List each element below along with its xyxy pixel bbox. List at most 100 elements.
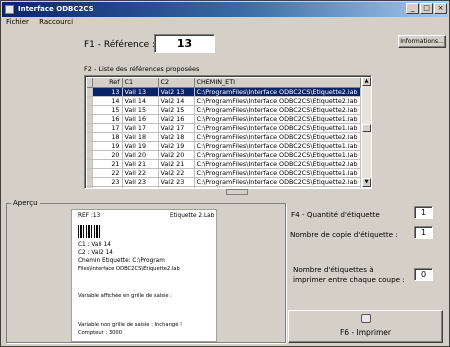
- apercu-title: Aperçu: [11, 199, 40, 207]
- cell-chemin-eti: C:\ProgramFiles\Interface ODBC2CS\Etique…: [194, 105, 361, 115]
- cell-c1: Vall 13: [122, 87, 159, 97]
- cell-c2: Val2 23: [158, 177, 195, 187]
- reference-input[interactable]: 13: [154, 34, 215, 53]
- cell-chemin-eti: C:\ProgramFiles\Interface ODBC2CS\Etique…: [194, 123, 361, 133]
- coupe-input[interactable]: 0: [414, 268, 433, 281]
- scroll-thumb[interactable]: [362, 124, 371, 132]
- cell-c1: Vall 17: [122, 123, 159, 133]
- cell-c2: Val2 24: [158, 186, 195, 188]
- cell-c1: Vall 15: [122, 105, 159, 115]
- cell-ref: 18: [92, 132, 123, 142]
- preview-compteur: Compteur : 3000: [78, 330, 123, 336]
- cell-c2: Val2 18: [158, 132, 195, 142]
- preview-variable-line1: Variable affichée en grille de saisie :: [78, 293, 172, 299]
- table-row[interactable]: 15 Vall 15 Val2 15 C:\ProgramFiles\Interfac…: [87, 105, 361, 115]
- quantity-input[interactable]: 1: [414, 206, 433, 219]
- minimize-icon[interactable]: _: [406, 3, 419, 14]
- cell-chemin-eti: C:\ProgramFiles\Interface ODBC2CS\Etique…: [194, 186, 361, 188]
- cell-chemin-eti: C:\ProgramFiles\Interface ODBC2CS\Etique…: [194, 177, 361, 187]
- print-button[interactable]: F6 - Imprimer: [288, 310, 443, 343]
- table-row[interactable]: 17 Vall 17 Val2 17 C:\ProgramFiles\Interfac…: [87, 123, 361, 133]
- cell-c2: Val2 21: [158, 159, 195, 169]
- table-body: 13 Vall 13 Val2 13 C:\ProgramFiles\Interfac…: [87, 87, 361, 188]
- table-row[interactable]: 23 Vall 23 Val2 23 C:\ProgramFiles\Interfac…: [87, 177, 361, 187]
- cell-chemin-eti: C:\ProgramFiles\Interface ODBC2CS\Etique…: [194, 141, 361, 151]
- grid-vertical-scrollbar[interactable]: ▲ ▼: [362, 77, 371, 187]
- informations-button[interactable]: Informations...: [398, 35, 446, 48]
- cell-chemin-eti: C:\ProgramFiles\Interface ODBC2CS\Etique…: [194, 96, 361, 106]
- cell-chemin-eti: C:\ProgramFiles\Interface ODBC2CS\Etique…: [194, 114, 361, 124]
- references-grid[interactable]: Ref C1 C2 CHEMIN_ETI 13 Vall 13 Val2 13 C:\…: [84, 75, 372, 189]
- cell-chemin-eti: C:\ProgramFiles\Interface ODBC2CS\Etique…: [194, 150, 361, 160]
- cell-c1: Vall 24: [122, 186, 159, 188]
- menu-bar: Fichier Raccourci: [2, 17, 448, 27]
- label-preview: REF :13 Etiquette 2.Lab C1 : Vall 14 C2 …: [71, 209, 217, 342]
- copies-input[interactable]: 1: [414, 226, 433, 239]
- cell-c1: Vall 16: [122, 114, 159, 124]
- cell-c2: Val2 15: [158, 105, 195, 115]
- cell-chemin-eti: C:\ProgramFiles\Interface ODBC2CS\Etique…: [194, 87, 361, 97]
- preview-c2: C2 : Val2 14: [78, 250, 113, 256]
- cell-c1: Vall 18: [122, 132, 159, 142]
- cell-c1: Vall 22: [122, 168, 159, 178]
- f1-reference-label: F1 - Référence :: [84, 40, 156, 50]
- preview-chemin-line1: Chemin Etiquette: C:\Program: [78, 258, 165, 264]
- column-header-chemin-eti[interactable]: CHEMIN_ETI: [194, 78, 361, 88]
- preview-chemin-line2: Files\Interface ODBC2CS\Etiquette2.lab: [78, 266, 180, 272]
- table-row[interactable]: 24Vall 24Val2 24C:\ProgramFiles\Interfac…: [87, 186, 361, 188]
- coupe-label-line2: imprimer entre chaque coupe :: [293, 275, 405, 284]
- cell-ref: 13: [92, 87, 123, 97]
- table-row[interactable]: 22 Vall 22 Val2 22 C:\ProgramFiles\Interfac…: [87, 168, 361, 178]
- printer-icon: [361, 314, 371, 323]
- title-bar: Interface ODBC2CS: [2, 2, 448, 17]
- cell-c1: Vall 14: [122, 96, 159, 106]
- cell-c1: Vall 20: [122, 150, 159, 160]
- cell-c1: Vall 19: [122, 141, 159, 151]
- cell-c2: Val2 20: [158, 150, 195, 160]
- cell-ref: 17: [92, 123, 123, 133]
- column-header-c2[interactable]: C2: [158, 78, 195, 88]
- cell-ref: 20: [92, 150, 123, 160]
- table-row[interactable]: 20 Vall 20 Val2 20 C:\ProgramFiles\Interfac…: [87, 150, 361, 160]
- cell-chemin-eti: C:\ProgramFiles\Interface ODBC2CS\Etique…: [194, 159, 361, 169]
- cell-ref: 22: [92, 168, 123, 178]
- table-row[interactable]: 16 Vall 16 Val2 16 C:\ProgramFiles\Interfac…: [87, 114, 361, 124]
- table-row[interactable]: 13 Vall 13 Val2 13 C:\ProgramFiles\Interfac…: [87, 87, 361, 97]
- maximize-icon[interactable]: □: [420, 3, 433, 14]
- barcode-image: [78, 225, 100, 238]
- cell-c2: Val2 17: [158, 123, 195, 133]
- column-header-c1[interactable]: C1: [122, 78, 159, 88]
- copies-label: Nombre de copie d'étiquette :: [290, 230, 398, 239]
- table-row[interactable]: 14 Vall 14 Val2 14 C:\ProgramFiles\Interfac…: [87, 96, 361, 106]
- cell-c1: Vall 21: [122, 159, 159, 169]
- cell-chemin-eti: C:\ProgramFiles\Interface ODBC2CS\Etique…: [194, 132, 361, 142]
- references-table: Ref C1 C2 CHEMIN_ETI 13 Vall 13 Val2 13 C:\…: [87, 78, 361, 188]
- table-row[interactable]: 18 Vall 18 Val2 18 C:\ProgramFiles\Interfac…: [87, 132, 361, 142]
- scroll-up-arrow-icon[interactable]: ▲: [362, 77, 371, 86]
- column-header-ref[interactable]: Ref: [92, 78, 123, 88]
- grid-resize-handle[interactable]: [226, 189, 248, 195]
- window-title: Interface ODBC2CS: [18, 5, 94, 13]
- cell-ref: 24: [92, 186, 123, 188]
- app-window: Interface ODBC2CS _ □ × Fichier Raccourc…: [0, 0, 450, 347]
- table-row[interactable]: 21 Vall 21 Val2 21 C:\ProgramFiles\Interfac…: [87, 159, 361, 169]
- table-row[interactable]: 19 Vall 19 Val2 19 C:\ProgramFiles\Interfac…: [87, 141, 361, 151]
- preview-variable-line2: Variable non grille de saisie : Inchangé…: [78, 322, 183, 328]
- preview-c1: C1 : Vall 14: [78, 242, 111, 248]
- cell-ref: 15: [92, 105, 123, 115]
- menu-fichier[interactable]: Fichier: [6, 18, 29, 26]
- print-button-label: F6 - Imprimer: [339, 328, 391, 337]
- close-icon[interactable]: ×: [434, 3, 447, 14]
- cell-c2: Val2 16: [158, 114, 195, 124]
- cell-ref: 23: [92, 177, 123, 187]
- cell-c2: Val2 19: [158, 141, 195, 151]
- app-icon: [5, 5, 14, 14]
- cell-ref: 16: [92, 114, 123, 124]
- menu-raccourci[interactable]: Raccourci: [39, 18, 73, 26]
- cell-c2: Val2 14: [158, 96, 195, 106]
- preview-etiquette: Etiquette 2.Lab: [170, 213, 215, 219]
- scroll-down-arrow-icon[interactable]: ▼: [362, 178, 371, 187]
- cell-c1: Vall 23: [122, 177, 159, 187]
- cell-c2: Val2 22: [158, 168, 195, 178]
- preview-ref: REF :13: [78, 213, 101, 219]
